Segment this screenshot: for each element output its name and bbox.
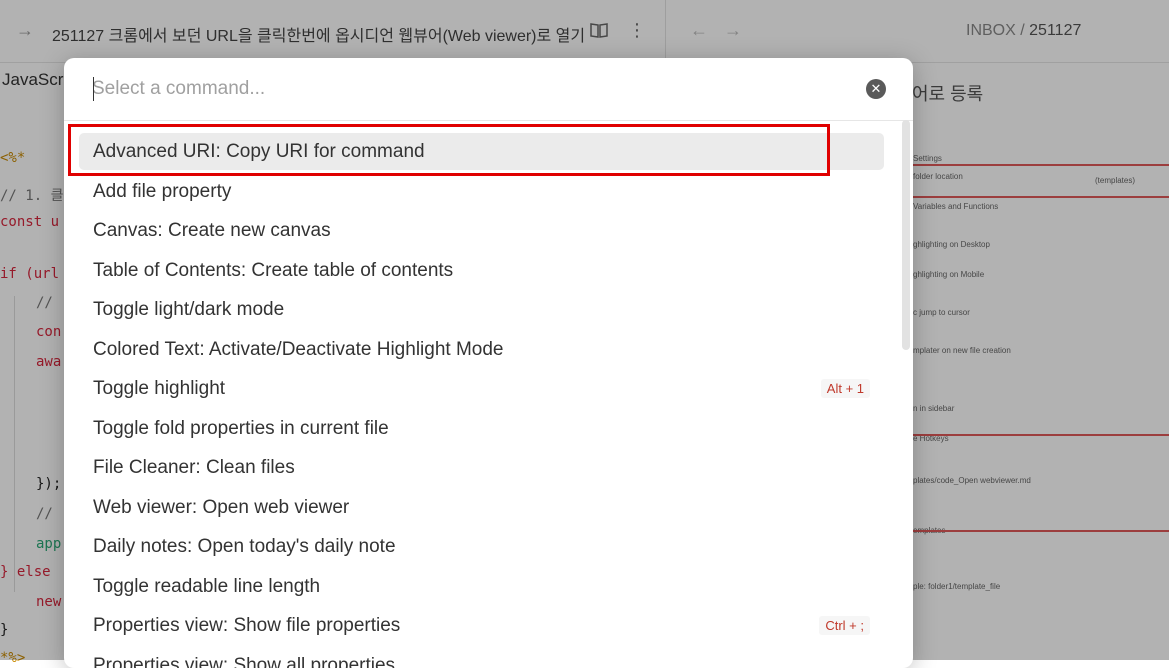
command-label: Toggle light/dark mode [93, 299, 284, 321]
command-label: Properties view: Show all properties [93, 655, 395, 668]
command-label: Web viewer: Open web viewer [93, 497, 349, 519]
command-label: File Cleaner: Clean files [93, 457, 295, 479]
command-item[interactable]: Properties view: Show file properties Ctr… [79, 607, 884, 644]
command-item[interactable]: Toggle fold properties in current file [79, 410, 884, 447]
command-item[interactable]: File Cleaner: Clean files [79, 449, 884, 486]
command-item[interactable]: Web viewer: Open web viewer [79, 489, 884, 526]
command-label: Toggle fold properties in current file [93, 418, 389, 440]
command-label: Colored Text: Activate/Deactivate Highli… [93, 339, 503, 361]
hotkey-badge: Alt + 1 [821, 379, 870, 398]
command-item[interactable]: Properties view: Show all properties [79, 647, 884, 668]
command-search-input[interactable] [92, 75, 852, 103]
command-label: Toggle highlight [93, 378, 225, 400]
command-label: Add file property [93, 181, 231, 203]
command-label: Table of Contents: Create table of conte… [93, 260, 453, 282]
command-item[interactable]: Canvas: Create new canvas [79, 212, 884, 249]
clear-search-icon[interactable]: ✕ [866, 79, 886, 99]
command-label: Canvas: Create new canvas [93, 220, 331, 242]
command-list: Advanced URI: Copy URI for commandAdd fi… [64, 120, 913, 668]
hotkey-badge: Ctrl + ; [819, 616, 870, 635]
command-label: Daily notes: Open today's daily note [93, 536, 396, 558]
command-item[interactable]: Colored Text: Activate/Deactivate Highli… [79, 331, 884, 368]
scrollbar[interactable] [902, 120, 910, 350]
command-item[interactable]: Table of Contents: Create table of conte… [79, 252, 884, 289]
command-item[interactable]: Toggle readable line length [79, 568, 884, 605]
command-item[interactable]: Add file property [79, 173, 884, 210]
command-search-bar: ✕ [64, 58, 913, 121]
text-cursor [93, 77, 94, 101]
command-item[interactable]: Toggle light/dark mode [79, 291, 884, 328]
command-item[interactable]: Toggle highlight Alt + 1 [79, 370, 884, 407]
command-item[interactable]: Daily notes: Open today's daily note [79, 528, 884, 565]
command-label: Toggle readable line length [93, 576, 320, 598]
annotation-highlight-box [68, 124, 830, 176]
command-label: Properties view: Show file properties [93, 615, 400, 637]
